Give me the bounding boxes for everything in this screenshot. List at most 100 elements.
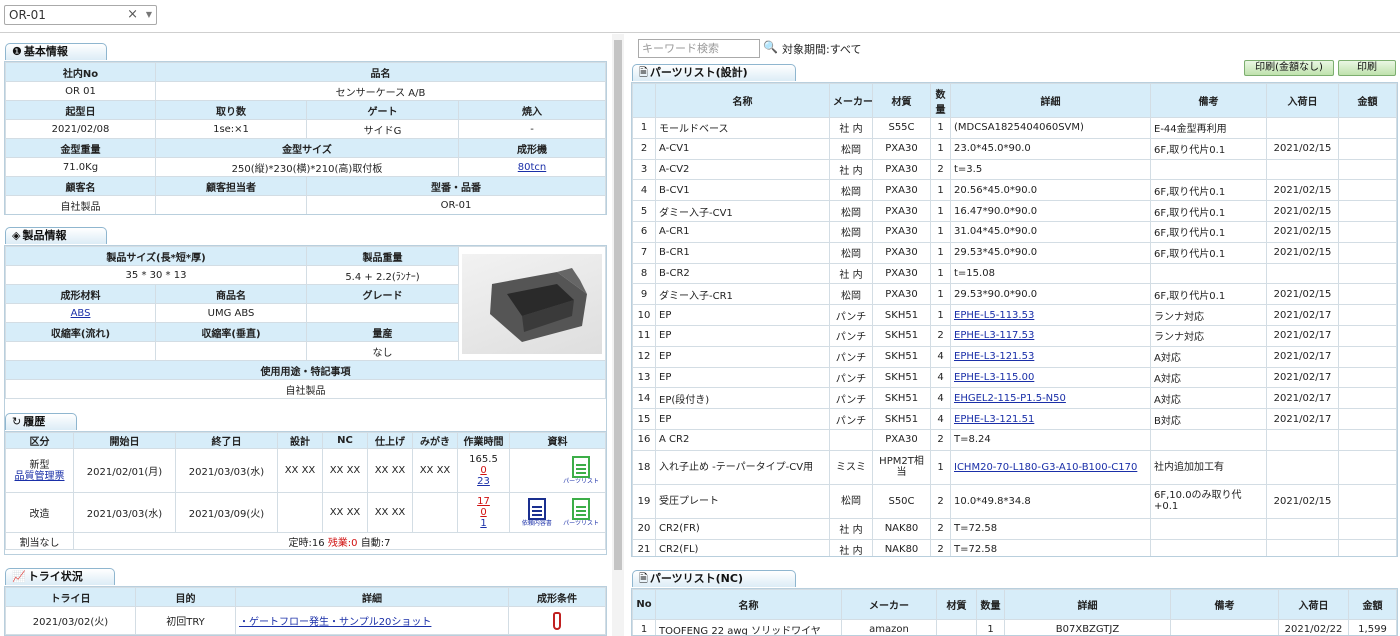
parts-cell: パンチ <box>829 304 873 326</box>
parts-cell <box>1266 517 1339 540</box>
parts-list-nc-tab: 🗎 パーツリスト(NC) <box>632 570 796 587</box>
history-title: 履歴 <box>23 415 46 428</box>
parts-cell: 社 内 <box>829 117 873 139</box>
thermometer-icon[interactable] <box>553 611 561 630</box>
start-date: 2021/02/08 <box>5 119 156 139</box>
parts-list-doc-button[interactable]: パーツリスト <box>563 455 599 485</box>
parts-cell <box>1338 366 1397 389</box>
part-detail-link[interactable]: EPHE-L3-117.53 <box>954 330 1034 341</box>
box-icon: ◈ <box>12 229 21 242</box>
parts-cell: 2021/02/17 <box>1266 345 1339 368</box>
parts-cell: T=72.58 <box>950 517 1151 540</box>
part-detail-link[interactable]: EHGEL2-115-P1.5-N50 <box>954 393 1066 404</box>
overtime-link[interactable]: 0 <box>480 465 486 476</box>
parts-cell: 19 <box>632 483 656 519</box>
parts-cell <box>1338 345 1397 368</box>
auto-link[interactable]: 1 <box>480 518 486 529</box>
parts-cell <box>1338 179 1397 202</box>
document-icon <box>527 497 546 520</box>
parts-cell: 2021/02/15 <box>1266 241 1339 264</box>
parts-header-2: メーカー <box>829 83 873 118</box>
machine-link[interactable]: 80tcn <box>518 162 546 173</box>
part-detail-link[interactable]: EPHE-L3-115.00 <box>954 372 1034 383</box>
mold-selector[interactable]: OR-01 × ▼ <box>4 5 157 25</box>
doc-label: パーツリスト <box>563 477 599 485</box>
scrollbar[interactable] <box>612 34 624 636</box>
parts-cell: 6F,取り代片0.1 <box>1150 137 1267 160</box>
part-detail-link[interactable]: ICHM20-70-L180-G3-A10-B100-C170 <box>954 462 1137 473</box>
parts-cell: 1 <box>930 179 951 202</box>
parts-cell <box>1338 324 1397 347</box>
parts-cell: ダミー入子-CR1 <box>655 283 830 306</box>
document-icon: 🗎 <box>639 66 648 79</box>
try-status-tab: 📈 トライ状況 <box>5 568 115 585</box>
print-button[interactable]: 印刷 <box>1338 60 1396 76</box>
top-bar: OR-01 × ▼ <box>0 0 1400 33</box>
parts-cell: 2021/02/17 <box>1266 304 1339 326</box>
document-icon <box>572 455 591 478</box>
clear-icon[interactable]: × <box>127 6 138 24</box>
parts-cell: EPHE-L3-115.00 <box>950 366 1151 389</box>
print-no-price-button[interactable]: 印刷(金額なし) <box>1244 60 1334 76</box>
parts-cell: 2 <box>930 483 951 519</box>
part-detail-link[interactable]: EPHE-L3-121.53 <box>954 351 1034 362</box>
parts-cell: PXA30 <box>872 200 931 222</box>
parts-cell: 社 内 <box>829 538 873 556</box>
parts-cell: HPM2T相当 <box>872 449 931 485</box>
nc-cell: TOOFENG 22 awg ソリッドワイヤ <box>655 619 842 635</box>
part-detail-link[interactable]: EPHE-L5-113.53 <box>954 310 1034 321</box>
mold-weight: 71.0Kg <box>5 157 156 177</box>
parts-cell: PXA30 <box>872 137 931 160</box>
search-icon[interactable]: 🔍 <box>763 40 778 54</box>
mold-size: 250(縦)*230(横)*210(高)取付板 <box>155 157 459 177</box>
scrollbar-thumb[interactable] <box>614 40 622 570</box>
nc-header-0: No <box>632 589 656 620</box>
parts-header-0 <box>632 83 656 118</box>
parts-cell <box>1266 262 1339 285</box>
parts-cell <box>1338 408 1397 430</box>
search-input[interactable]: キーワード検索 <box>638 39 760 58</box>
parts-cell: 受圧プレート <box>655 483 830 519</box>
nc-header-5: 詳細 <box>1004 589 1171 620</box>
parts-cell: 10 <box>632 304 656 326</box>
parts-cell: 20 <box>632 517 656 540</box>
header-kubun: 区分 <box>5 432 74 449</box>
design <box>277 492 323 533</box>
parts-row: 2 A-CV1 松岡 PXA30 1 23.0*45.0*90.0 6F,取り代片0.1 20… <box>632 137 1397 160</box>
part-detail-link[interactable]: EPHE-L3-121.51 <box>954 414 1034 425</box>
quality-sheet-link[interactable]: 品質管理票 <box>15 471 65 482</box>
parts-cell: 15 <box>632 408 656 430</box>
parts-row: 14 EP(段付き) パンチ SKH51 4 EHGEL2-115-P1.5-N50 A対応… <box>632 387 1397 410</box>
parts-row: 20 CR2(FR) 社 内 NAK80 2 T=72.58 <box>632 517 1397 540</box>
work-time-link[interactable]: 17 <box>477 496 490 507</box>
chevron-down-icon[interactable]: ▼ <box>146 6 152 24</box>
parts-cell: 松岡 <box>829 220 873 243</box>
material-link[interactable]: ABS <box>71 308 91 319</box>
parts-cell: EP <box>655 304 830 326</box>
parts-cell: NAK80 <box>872 517 931 540</box>
parts-cell: EHGEL2-115-P1.5-N50 <box>950 387 1151 410</box>
gate: サイドG <box>306 119 459 139</box>
parts-cell: 1 <box>930 262 951 285</box>
parts-cell: 1 <box>632 117 656 139</box>
parts-cell: A対応 <box>1150 366 1267 389</box>
basic-info-tab: ❶ 基本情報 <box>5 43 107 60</box>
parts-cell: 2021/02/15 <box>1266 483 1339 519</box>
kubun: 新型 <box>29 459 50 471</box>
purpose: 初回TRY <box>135 606 236 635</box>
request-doc-button[interactable]: 依頼内容書 <box>522 497 552 527</box>
parts-cell: 松岡 <box>829 283 873 306</box>
parts-cell <box>1338 200 1397 222</box>
start: 2021/02/01(月) <box>73 448 176 493</box>
grade <box>306 303 459 323</box>
auto-link[interactable]: 23 <box>477 476 490 487</box>
parts-cell: EPHE-L3-121.51 <box>950 408 1151 430</box>
parts-header-5: 詳細 <box>950 83 1151 118</box>
try-detail-link[interactable]: ・ゲートフロー発生・サンプル20ショット <box>239 617 431 628</box>
parts-cell: EP <box>655 408 830 430</box>
overtime-link[interactable]: 0 <box>480 507 486 518</box>
parts-cell: A対応 <box>1150 345 1267 368</box>
parts-list-doc-button[interactable]: パーツリスト <box>563 497 599 527</box>
parts-row: 11 EP パンチ SKH51 2 EPHE-L3-117.53 ランナ対応 2021/02/… <box>632 324 1397 347</box>
parts-cell: 松岡 <box>829 200 873 222</box>
